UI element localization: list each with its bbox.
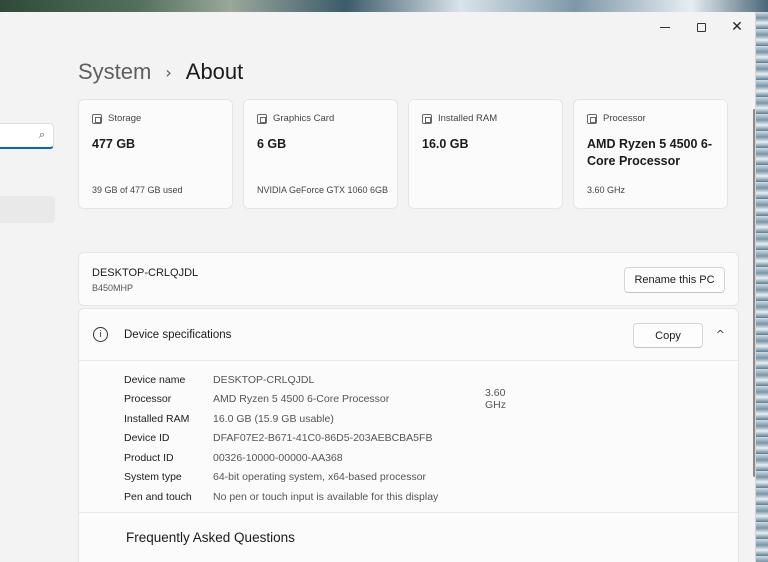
spec-extra: 3.60 GHz bbox=[485, 387, 506, 412]
spec-row: System type 64-bit operating system, x64… bbox=[124, 468, 438, 488]
rename-pc-button[interactable]: Rename this PC bbox=[624, 267, 725, 293]
breadcrumb-system[interactable]: System bbox=[78, 59, 151, 85]
storage-icon bbox=[92, 113, 102, 124]
faq-title: Frequently Asked Questions bbox=[126, 530, 295, 545]
spec-row: Device name DESKTOP-CRLQJDL bbox=[124, 370, 438, 390]
card-label: Graphics Card bbox=[273, 113, 335, 124]
card-sub: 3.60 GHz bbox=[587, 185, 626, 195]
card-processor[interactable]: Processor AMD Ryzen 5 4500 6-Core Proces… bbox=[573, 99, 728, 209]
spec-label: Device name bbox=[124, 373, 186, 386]
copy-button[interactable]: Copy bbox=[633, 323, 703, 348]
spec-value: 64-bit operating system, x64-based proce… bbox=[213, 471, 427, 484]
pc-model: B450MHP bbox=[92, 283, 134, 293]
sidebar-item-system[interactable] bbox=[0, 196, 55, 223]
settings-window: ✕ ⌕ System › About Storage 477 GB 39 GB … bbox=[0, 12, 756, 562]
chevron-up-icon[interactable]: ^ bbox=[716, 328, 725, 341]
ram-icon bbox=[422, 113, 432, 124]
spec-value: DESKTOP-CRLQJDL bbox=[213, 373, 315, 386]
card-ram[interactable]: Installed RAM 16.0 GB bbox=[408, 99, 563, 209]
maximize-icon bbox=[696, 22, 706, 32]
pc-name-section: DESKTOP-CRLQJDL B450MHP Rename this PC bbox=[78, 252, 739, 306]
card-value: 6 GB bbox=[257, 137, 287, 151]
spec-value: DFAF07E2-B671-41C0-86D5-203AEBCBA5FB bbox=[213, 432, 433, 445]
spec-value: 00326-10000-00000-AA368 bbox=[213, 451, 343, 464]
close-icon: ✕ bbox=[731, 19, 743, 35]
card-label: Processor bbox=[603, 113, 646, 124]
spec-value: 16.0 GB (15.9 GB usable) bbox=[213, 412, 334, 425]
graphics-card-icon bbox=[257, 113, 267, 124]
device-specifications-header[interactable]: i Device specifications Copy ^ bbox=[79, 309, 738, 361]
info-icon: i bbox=[93, 327, 108, 342]
minimize-button[interactable] bbox=[647, 12, 683, 42]
spec-row: Processor AMD Ryzen 5 4500 6-Core Proces… bbox=[124, 387, 506, 411]
spec-list: Device name DESKTOP-CRLQJDL Processor AM… bbox=[124, 370, 506, 507]
processor-icon bbox=[587, 113, 597, 124]
scrollbar[interactable] bbox=[753, 109, 755, 477]
divider bbox=[79, 512, 738, 513]
spec-label: Processor bbox=[124, 393, 172, 406]
spec-row: Product ID 00326-10000-00000-AA368 bbox=[124, 448, 438, 468]
card-graphics[interactable]: Graphics Card 6 GB NVIDIA GeForce GTX 10… bbox=[243, 99, 398, 209]
breadcrumb: System › About bbox=[78, 57, 243, 87]
spec-label: Installed RAM bbox=[124, 412, 190, 425]
spec-value: AMD Ryzen 5 4500 6-Core Processor bbox=[213, 393, 390, 406]
card-value: 477 GB bbox=[92, 137, 136, 151]
search-box[interactable]: ⌕ bbox=[0, 123, 54, 149]
spec-row: Device ID DFAF07E2-B671-41C0-86D5-203AEB… bbox=[124, 429, 438, 449]
spec-label: Pen and touch bbox=[124, 490, 192, 503]
minimize-icon bbox=[660, 26, 670, 28]
spec-label: Device ID bbox=[124, 432, 170, 445]
pc-name: DESKTOP-CRLQJDL bbox=[92, 267, 199, 279]
close-button[interactable]: ✕ bbox=[719, 12, 755, 42]
desktop-wallpaper bbox=[0, 0, 768, 12]
card-value: AMD Ryzen 5 4500 6-Core Processor bbox=[587, 137, 713, 168]
page-title: About bbox=[185, 59, 244, 84]
card-label: Storage bbox=[108, 113, 142, 124]
card-sub: 39 GB of 477 GB used bbox=[92, 185, 183, 195]
spec-label: Product ID bbox=[124, 451, 174, 464]
card-label: Installed RAM bbox=[438, 113, 498, 124]
title-bar: ✕ bbox=[647, 12, 755, 42]
spec-cards: Storage 477 GB 39 GB of 477 GB used Grap… bbox=[78, 99, 728, 209]
spec-value: No pen or touch input is available for t… bbox=[213, 490, 439, 503]
spec-row: Installed RAM 16.0 GB (15.9 GB usable) bbox=[124, 409, 438, 429]
device-specifications-section: i Device specifications Copy ^ Device na… bbox=[78, 308, 739, 562]
chevron-right-icon: › bbox=[165, 62, 172, 82]
maximize-button[interactable] bbox=[683, 12, 719, 42]
spec-row: Pen and touch No pen or touch input is a… bbox=[124, 487, 438, 507]
card-sub: NVIDIA GeForce GTX 1060 6GB bbox=[257, 185, 389, 195]
search-icon: ⌕ bbox=[38, 129, 45, 141]
card-storage[interactable]: Storage 477 GB 39 GB of 477 GB used bbox=[78, 99, 233, 209]
search-input[interactable] bbox=[0, 124, 36, 146]
section-title: Device specifications bbox=[124, 329, 232, 341]
spec-label: System type bbox=[124, 471, 182, 484]
card-value: 16.0 GB bbox=[422, 137, 469, 151]
desktop-wallpaper-edge bbox=[756, 12, 768, 562]
